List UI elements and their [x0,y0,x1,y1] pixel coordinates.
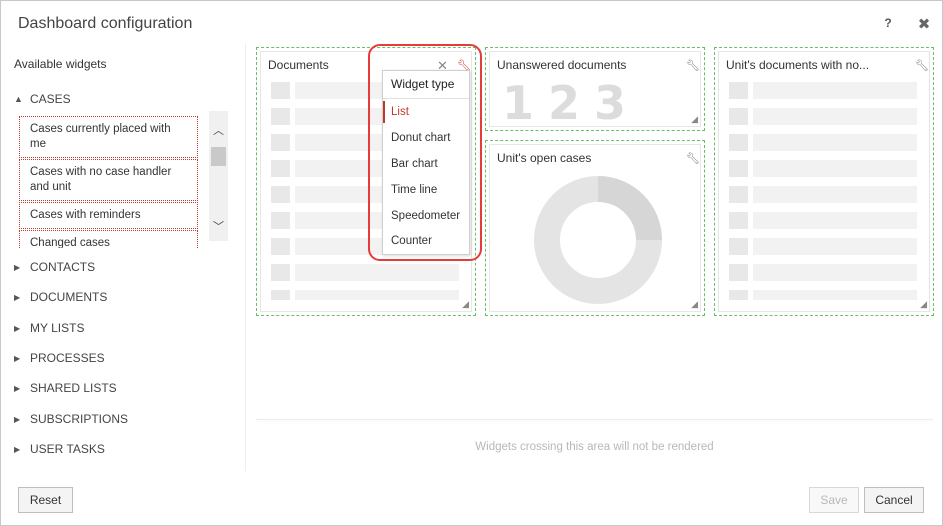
category-label: MY LISTS [30,321,85,335]
category-my-lists[interactable]: ▶ MY LISTS [14,320,84,336]
expand-icon: ▶ [14,415,21,424]
category-subscriptions[interactable]: ▶ SUBSCRIPTIONS [14,411,128,427]
widget-body: Unanswered documents 🔧︎ 123 ◢ [489,51,701,130]
widget-unit-documents[interactable]: Unit's documents with no... 🔧︎ ◢ [714,47,934,316]
resize-handle-icon[interactable]: ◢ [920,299,927,310]
donut-chart-preview [534,176,662,304]
expand-icon: ▶ [14,354,21,363]
render-limit-notice: Widgets crossing this area will not be r… [475,441,714,453]
menu-item-bar-chart[interactable]: Bar chart [383,153,469,175]
case-list-scrollbar[interactable]: ︿ ﹀ [209,111,228,241]
case-widget-item[interactable]: Cases currently placed with me [19,116,198,158]
case-widget-item[interactable]: Cases with no case handler and unit [19,159,198,201]
widget-title: Unit's documents with no... [726,58,870,72]
close-dialog-button[interactable]: ✖ [917,15,931,33]
widget-body: Unit's documents with no... 🔧︎ ◢ [718,51,930,312]
widget-unanswered-documents[interactable]: Unanswered documents 🔧︎ 123 ◢ [485,47,705,131]
resize-handle-icon[interactable]: ◢ [462,299,469,310]
category-label: DOCUMENTS [30,290,108,304]
widget-type-menu-header: Widget type [391,77,455,91]
available-widgets-panel: Available widgets ▲ CASES Cases currently… [1,43,245,473]
scrollbar-thumb[interactable] [211,147,226,166]
expand-icon: ▶ [14,445,21,454]
widget-unit-open-cases[interactable]: Unit's open cases 🔧︎ ◢ [485,140,705,316]
category-label: USER TASKS [30,442,105,456]
menu-item-list[interactable]: List [383,101,469,123]
category-documents[interactable]: ▶ DOCUMENTS [14,289,107,305]
wrench-icon[interactable]: 🔧︎ [915,59,929,72]
wrench-icon[interactable]: 🔧︎ [686,59,700,72]
category-label: CONTACTS [30,260,96,274]
save-button[interactable]: Save [809,487,859,513]
category-label: PROCESSES [30,351,105,365]
category-cases[interactable]: ▲ CASES [14,91,71,107]
category-label: CASES [30,92,71,106]
available-widgets-title: Available widgets [14,57,107,71]
expand-icon: ▶ [14,293,21,302]
widget-title: Unit's open cases [497,151,592,165]
cancel-button[interactable]: Cancel [864,487,924,513]
counter-preview: 123 [502,76,641,130]
menu-item-donut-chart[interactable]: Donut chart [383,127,469,149]
menu-item-counter[interactable]: Counter [383,230,469,252]
category-label: SUBSCRIPTIONS [30,412,129,426]
collapse-icon: ▲ [14,94,23,104]
widget-type-menu: Widget type List Donut chart Bar chart T… [382,70,470,255]
case-widget-item[interactable]: Cases with reminders [19,202,198,229]
resize-handle-icon[interactable]: ◢ [691,299,698,310]
dialog-title: Dashboard configuration [18,15,193,32]
resize-handle-icon[interactable]: ◢ [691,114,698,125]
scroll-down-icon[interactable]: ﹀ [212,221,225,233]
case-widget-item[interactable]: Changed cases [19,230,198,248]
dialog-titlebar: Dashboard configuration ? ✖ [1,1,942,43]
category-shared-lists[interactable]: ▶ SHARED LISTS [14,380,117,396]
help-button[interactable]: ? [881,16,895,30]
wrench-icon[interactable]: 🔧︎ [686,152,700,165]
category-user-tasks[interactable]: ▶ USER TASKS [14,441,105,457]
case-widget-list: Cases currently placed with me Cases wit… [18,116,198,248]
category-contacts[interactable]: ▶ CONTACTS [14,259,95,275]
widget-title: Documents [268,58,329,72]
menu-divider [383,98,469,99]
expand-icon: ▶ [14,384,21,393]
category-label: SHARED LISTS [30,381,117,395]
menu-item-time-line[interactable]: Time line [383,179,469,201]
dashboard-configuration-dialog: Dashboard configuration ? ✖ Available wi… [0,0,943,526]
reset-button[interactable]: Reset [18,487,73,513]
widget-body: Unit's open cases 🔧︎ ◢ [489,144,701,312]
render-limit-line [256,419,933,420]
expand-icon: ▶ [14,263,21,272]
scroll-up-icon[interactable]: ︿ [212,125,225,137]
menu-item-speedometer[interactable]: Speedometer [383,205,469,227]
category-processes[interactable]: ▶ PROCESSES [14,350,105,366]
widget-title: Unanswered documents [497,58,627,72]
expand-icon: ▶ [14,324,21,333]
